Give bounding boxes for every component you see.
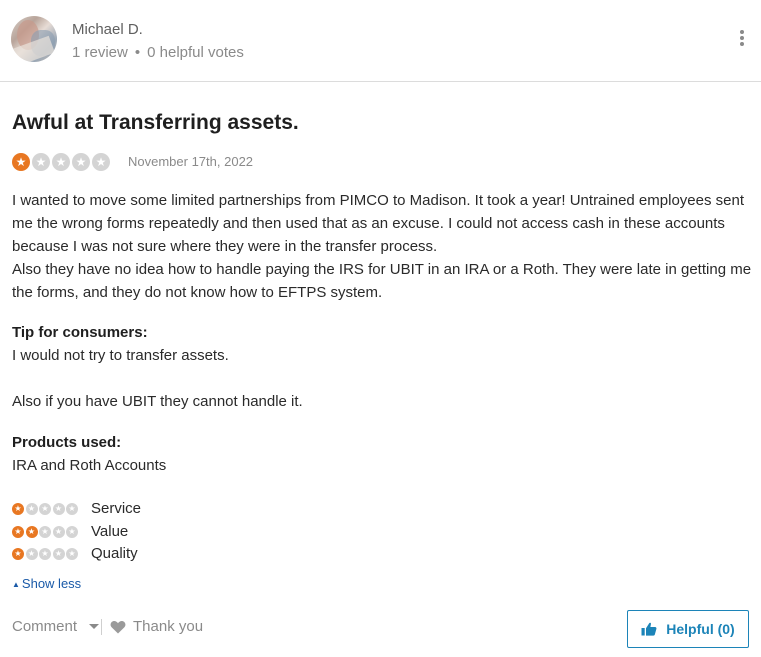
- star-filled-icon: ★: [12, 153, 30, 171]
- star-empty-icon: ★: [39, 502, 51, 515]
- star-filled-icon: ★: [12, 525, 24, 538]
- heart-icon: [110, 620, 126, 633]
- reviewer-header: Michael D. 1 review • 0 helpful votes: [0, 0, 761, 82]
- review-date: November 17th, 2022: [128, 154, 254, 169]
- helpful-button[interactable]: Helpful (0): [627, 610, 749, 648]
- star-empty-icon: ★: [52, 525, 65, 538]
- star-empty-icon: ★: [25, 547, 38, 560]
- tip-text: I would not try to transfer assets.: [12, 347, 229, 364]
- sub-rating-label: Value: [91, 523, 129, 540]
- sub-rating-label: Quality: [91, 545, 138, 562]
- helpful-label: Helpful (0): [666, 621, 735, 637]
- caret-down-icon: [89, 624, 100, 629]
- star-empty-icon: ★: [92, 153, 110, 171]
- review-body: I wanted to move some limited partnershi…: [12, 189, 752, 304]
- show-less-link[interactable]: ▲ Show less: [12, 576, 81, 591]
- reviewer-meta: 1 review • 0 helpful votes: [72, 44, 244, 61]
- review-title: Awful at Transferring assets.: [12, 111, 299, 134]
- star-filled-icon: ★: [25, 525, 38, 538]
- sub-rating-value: ★ ★ ★ ★ ★ Value: [12, 523, 128, 540]
- star-empty-icon: ★: [66, 502, 78, 515]
- sub-rating-stars: ★ ★ ★ ★ ★: [12, 525, 90, 538]
- review-count: 1 review: [72, 44, 128, 61]
- overall-rating-stars: ★ ★ ★ ★ ★: [12, 153, 112, 171]
- products-label: Products used:: [12, 434, 122, 451]
- show-less-label: Show less: [21, 576, 82, 591]
- star-empty-icon: ★: [72, 153, 90, 171]
- comment-label: Comment: [12, 618, 78, 635]
- star-empty-icon: ★: [52, 153, 70, 171]
- star-empty-icon: ★: [39, 525, 51, 538]
- thank-you-button[interactable]: Thank you: [110, 618, 203, 635]
- star-empty-icon: ★: [25, 502, 38, 515]
- star-empty-icon: ★: [52, 502, 65, 515]
- star-empty-icon: ★: [32, 153, 50, 171]
- sub-rating-label: Service: [91, 500, 142, 517]
- triangle-up-icon: ▲: [12, 580, 20, 589]
- products-value: IRA and Roth Accounts: [12, 457, 167, 474]
- star-filled-icon: ★: [12, 547, 24, 560]
- reviewer-name[interactable]: Michael D.: [72, 21, 143, 38]
- more-options-icon[interactable]: [734, 30, 750, 48]
- footer-divider: [101, 619, 102, 635]
- thank-you-label: Thank you: [133, 618, 204, 635]
- helpful-votes-count: 0 helpful votes: [147, 44, 244, 61]
- sub-rating-stars: ★ ★ ★ ★ ★: [12, 547, 90, 560]
- star-empty-icon: ★: [66, 525, 78, 538]
- review-body-paragraph: I wanted to move some limited partnershi…: [12, 192, 744, 255]
- tip-label: Tip for consumers:: [12, 324, 148, 341]
- review-body-paragraph: Also they have no idea how to handle pay…: [12, 261, 752, 301]
- tip-text: Also if you have UBIT they cannot handle…: [12, 393, 303, 410]
- star-filled-icon: ★: [12, 502, 24, 515]
- meta-separator: •: [134, 44, 141, 61]
- sub-rating-quality: ★ ★ ★ ★ ★ Quality: [12, 545, 138, 562]
- star-empty-icon: ★: [66, 547, 78, 560]
- thumbs-up-icon: [641, 622, 657, 636]
- comment-button[interactable]: Comment: [12, 618, 100, 635]
- sub-rating-stars: ★ ★ ★ ★ ★: [12, 502, 90, 515]
- star-empty-icon: ★: [52, 547, 65, 560]
- avatar[interactable]: [11, 16, 57, 62]
- star-empty-icon: ★: [39, 547, 51, 560]
- sub-rating-service: ★ ★ ★ ★ ★ Service: [12, 500, 141, 517]
